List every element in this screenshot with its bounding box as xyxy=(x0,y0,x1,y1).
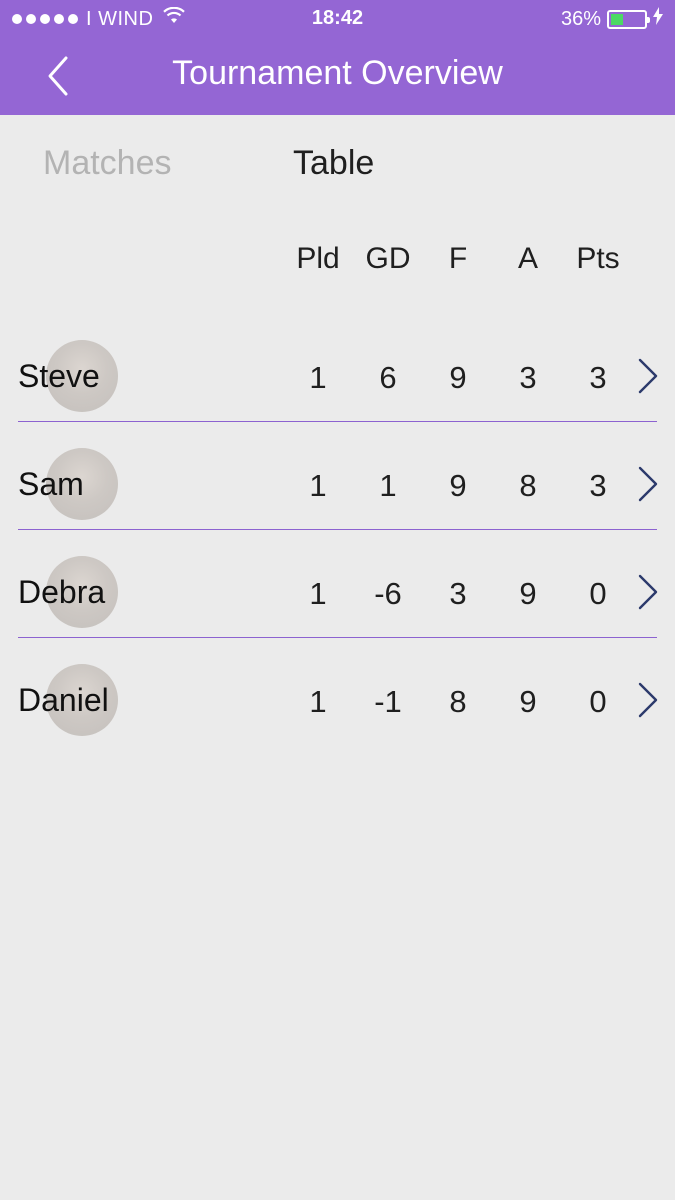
row-divider xyxy=(18,421,657,422)
player-name: Sam xyxy=(18,466,84,502)
cell-pts: 0 xyxy=(589,684,607,719)
cell-pld: 1 xyxy=(309,468,327,503)
cell-gd: 6 xyxy=(379,360,397,395)
tab-matches[interactable]: Matches xyxy=(43,144,172,183)
cell-a: 9 xyxy=(519,576,537,611)
cell-pts: 3 xyxy=(589,468,607,503)
tab-table[interactable]: Table xyxy=(293,144,374,183)
chevron-right-icon xyxy=(638,682,658,718)
cell-a: 3 xyxy=(519,360,537,395)
column-header-gd: GD xyxy=(365,242,411,275)
header-bar: I WIND 18:42 36% Tournament Overview xyxy=(0,0,675,115)
cell-gd: 1 xyxy=(379,468,397,503)
row-divider xyxy=(18,637,657,638)
row-divider xyxy=(18,529,657,530)
tab-bar: Matches Table xyxy=(0,140,675,200)
cell-pts: 3 xyxy=(589,360,607,395)
cell-f: 9 xyxy=(449,468,467,503)
column-header-pld: Pld xyxy=(296,242,340,275)
chevron-right-icon xyxy=(638,358,658,394)
charging-icon xyxy=(653,7,663,31)
player-name: Debra xyxy=(18,574,106,610)
cell-f: 9 xyxy=(449,360,467,395)
cell-gd: -6 xyxy=(374,576,402,611)
navigation-bar: Tournament Overview xyxy=(0,38,675,115)
player-name: Steve xyxy=(18,358,100,394)
column-header-f: F xyxy=(448,242,468,275)
status-bar: I WIND 18:42 36% xyxy=(0,0,675,38)
cell-gd: -1 xyxy=(374,684,402,719)
page-title: Tournament Overview xyxy=(172,54,503,92)
cell-a: 9 xyxy=(519,684,537,719)
chevron-right-icon xyxy=(638,466,658,502)
cell-pld: 1 xyxy=(309,576,327,611)
column-header-pts: Pts xyxy=(576,242,620,275)
cell-f: 8 xyxy=(449,684,467,719)
cell-pld: 1 xyxy=(309,684,327,719)
battery-percent: 36% xyxy=(560,7,601,30)
player-name: Daniel xyxy=(18,682,109,718)
cell-pts: 0 xyxy=(589,576,607,611)
status-right: 36% xyxy=(561,7,663,31)
column-header-a: A xyxy=(517,242,538,275)
cell-a: 8 xyxy=(519,468,537,503)
cell-pld: 1 xyxy=(309,360,327,395)
battery-icon xyxy=(607,9,650,29)
cell-f: 3 xyxy=(449,576,467,611)
chevron-right-icon xyxy=(638,574,658,610)
table-row[interactable]: Daniel 1 -1 8 9 0 xyxy=(0,654,675,762)
